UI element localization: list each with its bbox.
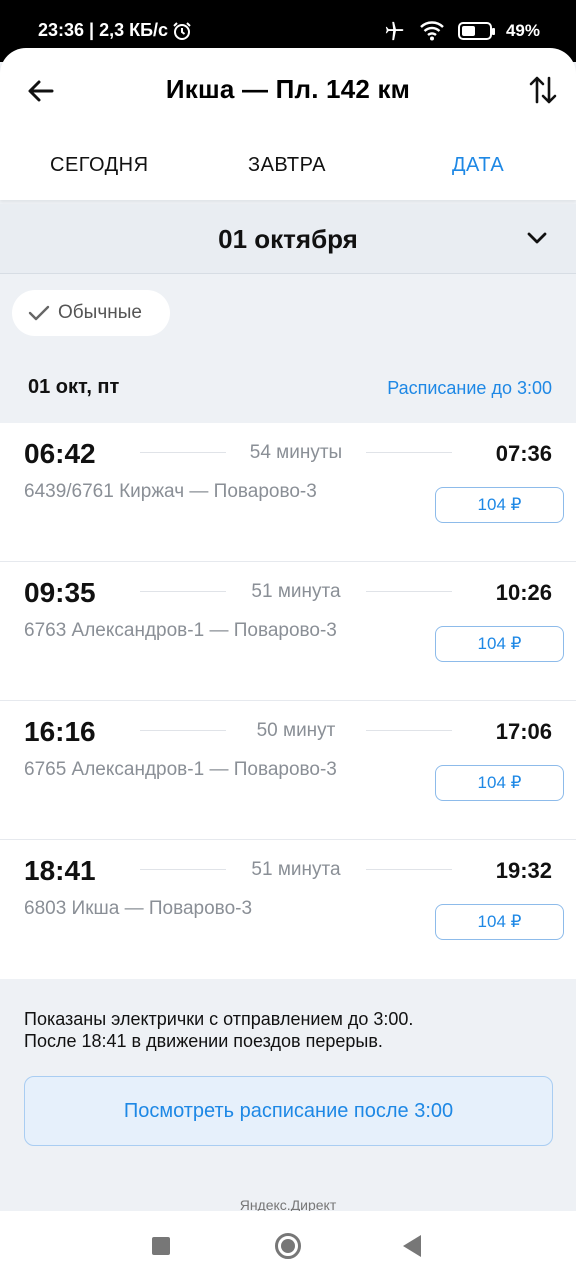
recent-apps-icon[interactable]: [152, 1237, 170, 1255]
battery-fill: [461, 26, 475, 36]
price-button[interactable]: 104 ₽: [435, 626, 564, 662]
system-nav-bar: [0, 1211, 576, 1280]
price-button[interactable]: 104 ₽: [435, 765, 564, 801]
show-after-button[interactable]: Посмотреть расписание после 3:00: [24, 1076, 553, 1146]
trip-duration: 51 минута: [251, 581, 341, 602]
chevron-down-icon: [527, 232, 547, 244]
battery-icon: [457, 22, 495, 40]
price-button[interactable]: 104 ₽: [435, 487, 564, 523]
day-heading: 01 окт, пт: [28, 376, 120, 398]
trip-row[interactable]: 09:35 51 минута 10:26 6763 Александров-1…: [0, 562, 576, 701]
status-left: 23:36 | 2,3 КБ/с: [38, 20, 192, 41]
arrival-time: 10:26: [495, 580, 552, 605]
filter-chip-label: Обычные: [58, 302, 142, 323]
duration-line: [366, 730, 452, 731]
arrival-time: 17:06: [495, 719, 552, 744]
arrival-time: 07:36: [495, 441, 552, 466]
tab-date[interactable]: ДАТА: [452, 154, 504, 177]
departure-time: 16:16: [24, 716, 96, 747]
price-button[interactable]: 104 ₽: [435, 904, 564, 940]
train-route: 6765 Александров-1 — Поварово-3: [24, 759, 337, 780]
duration-line: [366, 869, 452, 870]
departure-time: 09:35: [24, 577, 96, 608]
trip-row[interactable]: 16:16 50 минут 17:06 6765 Александров-1 …: [0, 701, 576, 840]
check-icon: [28, 305, 50, 321]
status-right: 49%: [384, 20, 540, 42]
status-time-speed: 23:36 | 2,3 КБ/с: [38, 20, 169, 40]
trip-duration: 51 минута: [251, 859, 341, 880]
notice-line-2: После 18:41 в движении поездов перерыв.: [24, 1031, 383, 1051]
tab-tomorrow[interactable]: ЗАВТРА: [248, 154, 326, 177]
duration-line: [366, 591, 452, 592]
departure-time: 18:41: [24, 855, 96, 886]
swap-direction-icon[interactable]: [528, 74, 558, 106]
duration-line: [366, 452, 452, 453]
train-route: 6803 Икша — Поварово-3: [24, 898, 253, 919]
trip-duration: 54 минуты: [249, 442, 343, 463]
schedule-until-link[interactable]: Расписание до 3:00: [387, 378, 552, 399]
back-icon[interactable]: [403, 1235, 421, 1257]
train-route: 6763 Александров-1 — Поварово-3: [24, 620, 337, 641]
selected-date: 01 октября: [218, 224, 358, 254]
battery-percent: 49%: [505, 21, 540, 40]
trip-list: 06:42 54 минуты 07:36 6439/6761 Киржач —…: [0, 423, 576, 979]
schedule-notice: Показаны электрички с отправлением до 3:…: [24, 1008, 413, 1052]
alarm-icon: [173, 21, 191, 40]
filter-chip-regular[interactable]: Обычные: [12, 290, 170, 336]
arrival-time: 19:32: [495, 858, 552, 883]
tab-today[interactable]: СЕГОДНЯ: [50, 154, 149, 177]
trip-duration: 50 минут: [256, 720, 336, 741]
route-title: Икша — Пл. 142 км: [165, 74, 411, 104]
notice-line-1: Показаны электрички с отправлением до 3:…: [24, 1009, 414, 1029]
home-icon[interactable]: [275, 1233, 301, 1259]
train-route: 6439/6761 Киржач — Поварово-3: [24, 481, 317, 502]
wifi-icon: [420, 21, 444, 41]
day-tabs: СЕГОДНЯ ЗАВТРА ДАТА: [0, 154, 576, 190]
date-selector[interactable]: 01 октября: [0, 204, 576, 274]
header: Икша — Пл. 142 км СЕГОДНЯ ЗАВТРА ДАТА: [0, 48, 576, 200]
trip-row[interactable]: 06:42 54 минуты 07:36 6439/6761 Киржач —…: [0, 423, 576, 562]
departure-time: 06:42: [24, 438, 96, 469]
trip-row[interactable]: 18:41 51 минута 19:32 6803 Икша — Поваро…: [0, 840, 576, 979]
airplane-icon: [385, 21, 404, 41]
